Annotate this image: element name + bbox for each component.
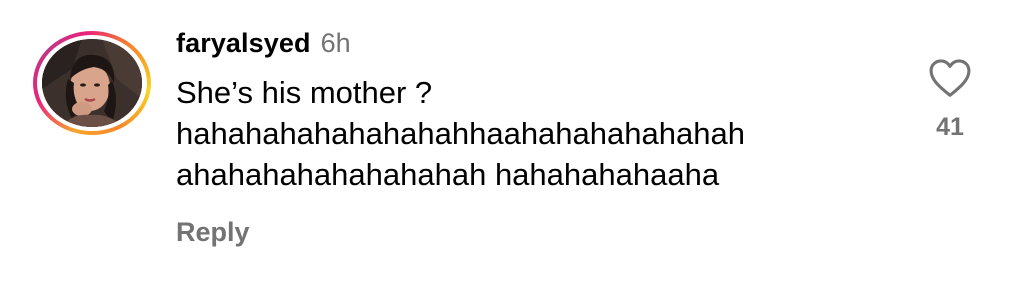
avatar-story-ring[interactable]	[33, 31, 151, 135]
comment-meta: faryalsyed 6h	[176, 28, 896, 62]
reply-button[interactable]: Reply	[176, 217, 250, 248]
avatar[interactable]	[42, 39, 142, 127]
avatar-photo	[42, 39, 142, 127]
comment-text: She’s his mother ? hahahahahahahahahhaah…	[176, 75, 745, 192]
username[interactable]: faryalsyed	[176, 28, 311, 59]
heart-icon[interactable]	[928, 58, 972, 98]
avatar-ring-gap	[37, 35, 147, 131]
comment: faryalsyed 6h She’s his mother ? hahahah…	[176, 28, 896, 195]
timestamp: 6h	[320, 28, 351, 58]
like-count: 41	[936, 113, 964, 141]
like-area: 41	[920, 58, 980, 142]
